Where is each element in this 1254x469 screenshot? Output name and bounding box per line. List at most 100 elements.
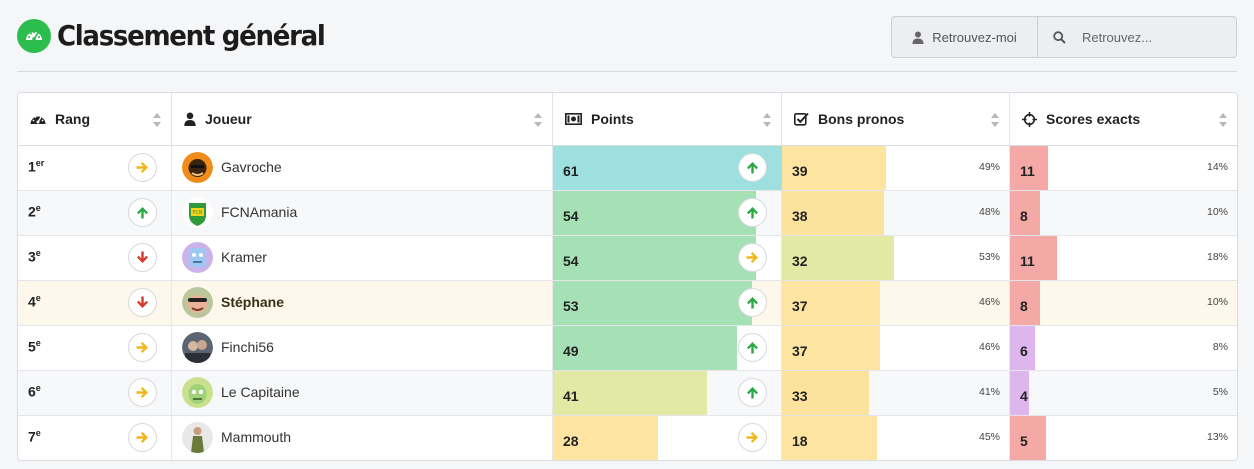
good-percent: 48%	[978, 206, 1000, 218]
banknote-icon	[565, 113, 582, 125]
good-percent: 45%	[978, 431, 1000, 443]
table-row[interactable]: 1er Gavroche 61 39 49% 11 14%	[18, 146, 1237, 191]
points-cell: 54	[553, 236, 782, 280]
trend-right-icon	[738, 423, 767, 452]
good-cell: 38 48%	[782, 191, 1010, 235]
exact-percent: 13%	[1206, 431, 1228, 443]
find-me-button[interactable]: Retrouvez-moi	[892, 17, 1038, 57]
exact-cell: 6 8%	[1010, 326, 1237, 370]
svg-text:FCN: FCN	[192, 210, 202, 216]
table-row[interactable]: 4e Stéphane 53 37 46% 8 10%	[18, 281, 1237, 326]
sort-icon[interactable]	[153, 113, 162, 127]
search-box	[1038, 17, 1236, 57]
page-title: Classement général	[57, 19, 326, 52]
points-value: 49	[563, 343, 579, 359]
find-me-label: Retrouvez-moi	[932, 29, 1017, 45]
trend-right-icon	[128, 378, 157, 407]
good-value: 37	[792, 343, 808, 359]
toolbar: Retrouvez-moi	[891, 16, 1237, 58]
exact-cell: 8 10%	[1010, 281, 1237, 325]
trend-right-icon	[128, 333, 157, 362]
sort-icon[interactable]	[1219, 113, 1228, 127]
crosshair-icon	[1022, 111, 1037, 127]
player-name[interactable]: Le Capitaine	[221, 384, 300, 400]
trend-right-icon	[738, 243, 767, 272]
points-value: 28	[563, 433, 579, 449]
player-cell[interactable]: Kramer	[172, 236, 553, 280]
exact-value: 11	[1020, 253, 1035, 269]
trend-right-icon	[128, 153, 157, 182]
avatar	[182, 332, 213, 363]
col-good-header[interactable]: Bons pronos	[782, 93, 1010, 145]
player-cell[interactable]: Finchi56	[172, 326, 553, 370]
player-cell[interactable]: Stéphane	[172, 281, 553, 325]
player-name[interactable]: Kramer	[221, 249, 267, 265]
trend-down-icon	[128, 288, 157, 317]
good-percent: 46%	[978, 341, 1000, 353]
points-value: 53	[563, 298, 579, 314]
avatar	[182, 242, 213, 273]
sort-icon[interactable]	[534, 113, 543, 127]
player-cell[interactable]: Mammouth	[172, 416, 553, 460]
player-cell[interactable]: FCN FCNAmania	[172, 191, 553, 235]
player-name[interactable]: FCNAmania	[221, 204, 297, 220]
col-points-label: Points	[591, 111, 634, 127]
trend-up-icon	[738, 333, 767, 362]
player-name[interactable]: Stéphane	[221, 294, 284, 310]
col-exact-header[interactable]: Scores exacts	[1010, 93, 1237, 145]
player-name[interactable]: Finchi56	[221, 339, 274, 355]
points-cell: 53	[553, 281, 782, 325]
good-percent: 49%	[978, 161, 1000, 173]
search-icon	[1053, 30, 1066, 44]
col-rank-header[interactable]: Rang	[18, 93, 172, 145]
player-name[interactable]: Mammouth	[221, 429, 291, 445]
table-row[interactable]: 6e Le Capitaine 41 33 41% 4 5%	[18, 371, 1237, 416]
col-good-label: Bons pronos	[818, 111, 905, 127]
speedometer-icon	[17, 19, 51, 53]
rank-cell: 7e	[18, 416, 172, 460]
good-cell: 37 46%	[782, 326, 1010, 370]
speedometer-icon	[30, 116, 46, 124]
points-cell: 49	[553, 326, 782, 370]
exact-percent: 10%	[1206, 296, 1228, 308]
good-cell: 39 49%	[782, 146, 1010, 190]
player-cell[interactable]: Le Capitaine	[172, 371, 553, 415]
table-row[interactable]: 2e FCN FCNAmania 54 38 48% 8 10%	[18, 191, 1237, 236]
table-row[interactable]: 7e Mammouth 28 18 45% 5 13%	[18, 416, 1237, 460]
points-bar	[553, 281, 752, 325]
avatar	[182, 152, 213, 183]
exact-cell: 4 5%	[1010, 371, 1237, 415]
rank-cell: 6e	[18, 371, 172, 415]
exact-cell: 11 14%	[1010, 146, 1237, 190]
exact-value: 8	[1020, 208, 1028, 224]
points-value: 61	[563, 163, 579, 179]
points-value: 54	[563, 253, 579, 269]
table-body: 1er Gavroche 61 39 49% 11 14% 2e FCN FCN…	[18, 146, 1237, 460]
exact-value: 8	[1020, 298, 1028, 314]
exact-value: 4	[1020, 388, 1028, 404]
col-points-header[interactable]: Points	[553, 93, 782, 145]
exact-value: 5	[1020, 433, 1028, 449]
player-name[interactable]: Gavroche	[221, 159, 282, 175]
avatar: FCN	[182, 197, 213, 228]
col-rank-label: Rang	[55, 111, 90, 127]
trend-up-icon	[738, 378, 767, 407]
col-player-header[interactable]: Joueur	[172, 93, 553, 145]
table-row[interactable]: 3e Kramer 54 32 53% 11 18%	[18, 236, 1237, 281]
rank-value: 2e	[28, 203, 41, 220]
points-bar	[553, 191, 756, 235]
avatar	[182, 422, 213, 453]
table-row[interactable]: 5e Finchi56 49 37 46% 6 8%	[18, 326, 1237, 371]
points-value: 54	[563, 208, 579, 224]
search-input[interactable]	[1082, 29, 1222, 45]
player-cell[interactable]: Gavroche	[172, 146, 553, 190]
points-cell: 28	[553, 416, 782, 460]
exact-percent: 8%	[1212, 341, 1228, 353]
exact-bar	[1010, 416, 1046, 460]
points-value: 41	[563, 388, 579, 404]
sort-icon[interactable]	[991, 113, 1000, 127]
page-header: Classement général Retrouvez-moi	[17, 14, 1237, 72]
sort-icon[interactable]	[763, 113, 772, 127]
trend-up-icon	[738, 153, 767, 182]
points-bar	[553, 236, 756, 280]
